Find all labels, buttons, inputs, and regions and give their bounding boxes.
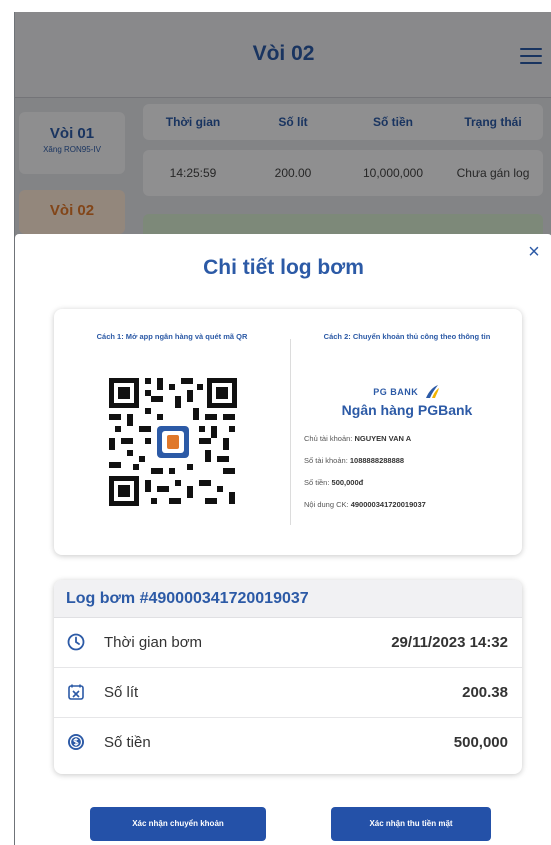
sheet-title: Chi tiết log bơm [203,256,364,279]
log-liters-label: Số lít [104,684,139,701]
amount-line: Số tiền: 500,000đ [304,478,516,487]
bank-logo-text: PG BANK [373,387,419,397]
amount-label: Số tiền: [304,478,330,487]
fuel-calendar-icon [68,684,84,700]
amount-value: 500,000đ [331,478,364,487]
log-liters-value: 200.38 [462,684,508,701]
account-holder-label: Chủ tài khoản: [304,434,353,443]
log-row-amount: Số tiền 500,000 [54,718,522,768]
log-row-liters: Số lít 200.38 [54,668,522,718]
log-detail-sheet: × Chi tiết log bơm Cách 1: Mở app ngân h… [15,234,551,845]
log-header: Log bơm #490000341720019037 [54,580,522,618]
pump-log-card: Log bơm #490000341720019037 Thời gian bơ… [54,580,522,774]
method-1-title: Cách 1: Mở app ngân hàng và quét mã QR [96,332,248,341]
account-number-value: 1088888288888 [349,456,405,465]
log-amount-value: 500,000 [453,734,508,751]
payment-card: Cách 1: Mở app ngân hàng và quét mã QR C… [54,309,522,555]
confirm-cash-button[interactable]: Xác nhận thu tiền mặt [331,807,491,841]
confirm-transfer-button[interactable]: Xác nhận chuyển khoản [90,807,266,841]
account-number-line: Số tài khoản: 1088888288888 [304,456,516,465]
transfer-content-label: Nội dung CK: [304,500,349,509]
qr-method: Cách 1: Mở app ngân hàng và quét mã QR [54,309,290,555]
account-holder-line: Chủ tài khoản: NGUYEN VAN A [304,434,516,443]
log-amount-label: Số tiền [104,734,151,751]
log-time-label: Thời gian bơm [104,634,203,651]
log-title: Log bơm #490000341720019037 [66,590,309,607]
pgbank-logo: PG BANK [292,383,522,401]
money-icon [68,734,84,750]
method-2-title: Cách 2: Chuyển khoản thủ công theo thông… [323,332,491,341]
log-row-time: Thời gian bơm 29/11/2023 14:32 [54,618,522,668]
bank-swoosh-icon [425,385,439,398]
transfer-content-line: Nội dung CK: 490000341720019037 [304,500,516,509]
manual-transfer-method: Cách 2: Chuyển khoản thủ công theo thông… [292,309,522,555]
account-number-label: Số tài khoản: [304,456,348,465]
column-divider [290,339,291,525]
clock-icon [67,633,85,651]
screen: Vòi 02 Vòi 01 Xăng RON95-IV Vòi 02 Thời … [14,12,551,845]
account-holder-value: NGUYEN VAN A [354,434,412,443]
bank-name: Ngân hàng PGBank [341,402,473,418]
qr-code [107,376,239,508]
transfer-content-value: 490000341720019037 [350,500,426,509]
log-time-value: 29/11/2023 14:32 [391,634,508,651]
